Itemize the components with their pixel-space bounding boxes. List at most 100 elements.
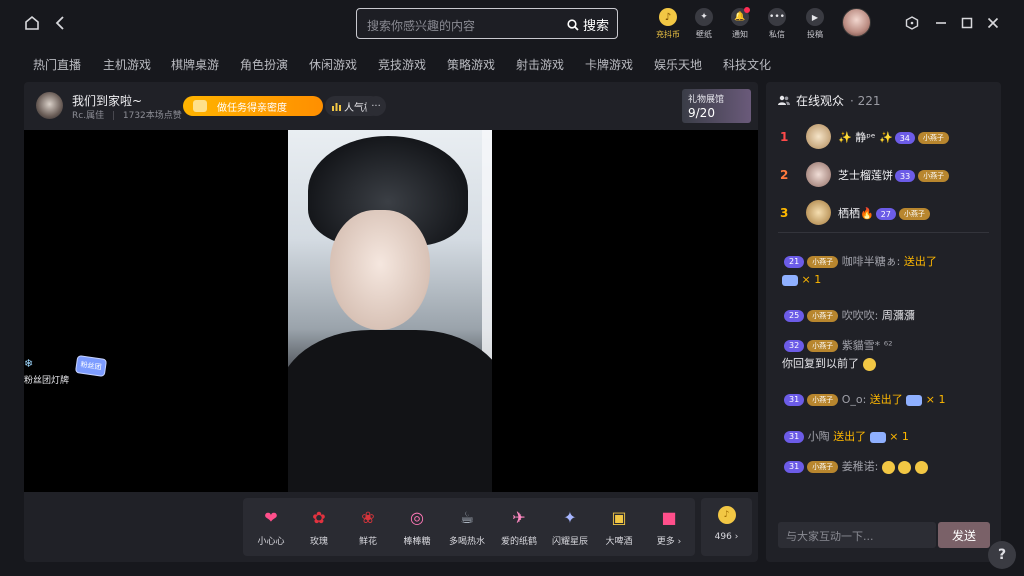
gift-paper-crane[interactable]: ✈ 爱的纸鹤	[495, 504, 543, 548]
heart-icon	[193, 100, 207, 112]
users-icon	[778, 95, 790, 105]
fan-club-label: 粉丝团灯牌	[24, 376, 70, 386]
category-role-play[interactable]: 角色扮演	[240, 56, 288, 73]
home-icon[interactable]	[22, 13, 42, 33]
gift-beer[interactable]: ▣ 大啤酒	[595, 504, 643, 548]
coin-icon: ♪	[659, 8, 677, 26]
notification-button[interactable]: 🔔 通知	[723, 7, 757, 40]
gift-bouquet[interactable]: ❀ 鲜花	[344, 504, 392, 548]
chat-input[interactable]: 与大家互动一下...	[778, 522, 936, 548]
bar-chart-icon	[332, 102, 341, 111]
gift-label: 闪耀星辰	[551, 537, 588, 547]
settings-icon[interactable]	[903, 14, 921, 32]
gift-hot-water[interactable]: ☕ 多喝热水	[443, 504, 491, 548]
gift-rose[interactable]: ✿ 玫瑰	[295, 504, 343, 548]
paper-crane-icon: ✈	[512, 507, 526, 527]
audience-name: 栖栖🔥 27 小燕子	[838, 205, 930, 221]
close-icon[interactable]	[984, 14, 1002, 32]
gift-heart[interactable]: ❤ 小心心	[247, 504, 295, 548]
category-card-games[interactable]: 卡牌游戏	[585, 56, 633, 73]
rank-number: 2	[780, 168, 789, 182]
recharge-label: 充抖币	[656, 30, 680, 39]
coin-balance-button[interactable]: ♪ 496 ›	[701, 498, 752, 556]
bell-icon: 🔔	[731, 7, 750, 26]
chat-message: 21 小燕子 咖啡半糖ぁ: 送出了 × 1	[782, 253, 992, 289]
streamer-avatar[interactable]	[36, 92, 63, 119]
messages-button[interactable]: ••• 私信	[760, 8, 794, 40]
maximize-icon[interactable]	[958, 14, 976, 32]
gift-star[interactable]: ✦ 闪耀星辰	[546, 504, 594, 548]
rank-number: 1	[780, 130, 789, 144]
user-avatar[interactable]	[842, 8, 871, 37]
more-options-button[interactable]: ···	[366, 96, 386, 116]
minimize-icon[interactable]	[932, 14, 950, 32]
avatar	[806, 124, 831, 149]
audience-name: 芝士榴莲饼 33 小燕子	[838, 167, 950, 183]
help-button[interactable]: ?	[988, 541, 1016, 569]
category-competitive-games[interactable]: 竞技游戏	[378, 56, 426, 73]
wallpaper-button[interactable]: ✦ 壁纸	[687, 8, 721, 40]
search-input[interactable]: 搜索你感兴趣的内容	[367, 17, 475, 34]
wallpaper-icon: ✦	[695, 8, 713, 26]
bouquet-icon: ❀	[361, 507, 375, 527]
streamer-likes: 1732本场点赞	[122, 111, 182, 121]
gift-lollipop[interactable]: ◎ 棒棒糖	[393, 504, 441, 548]
category-nav: 热门直播 主机游戏 棋牌桌游 角色扮演 休闲游戏 竞技游戏 策略游戏 射击游戏 …	[0, 50, 1024, 78]
stream-video-frame	[288, 130, 492, 492]
task-label: 做任务得亲密度	[217, 102, 287, 114]
category-entertainment[interactable]: 娱乐天地	[654, 56, 702, 73]
upload-icon: ▶	[806, 8, 824, 26]
lollipop-icon: ◎	[410, 507, 424, 527]
category-tech-culture[interactable]: 科技文化	[723, 56, 771, 73]
more-gifts-button[interactable]: ■ 更多 ›	[645, 504, 693, 548]
notification-label: 通知	[732, 30, 748, 39]
category-board-games[interactable]: 棋牌桌游	[171, 56, 219, 73]
gift-label: 多喝热水	[448, 537, 485, 547]
gift-box-icon: ■	[661, 507, 677, 527]
emoji-icon	[898, 460, 912, 474]
gift-hall-title: 礼物展馆	[688, 95, 725, 105]
upload-button[interactable]: ▶ 投稿	[798, 8, 832, 40]
fan-club-tag: 粉丝团	[74, 355, 108, 377]
send-button[interactable]: 发送	[938, 522, 990, 548]
chat-message: 25 小燕子 吹吹吹: 周瀰瀰	[782, 307, 992, 325]
live-room: 我们到家啦~ Rc.属佳 | 1732本场点赞 做任务得亲密度 人气榜 ··· …	[24, 82, 758, 562]
wallpaper-label: 壁纸	[696, 30, 712, 39]
audience-title: 在线观众	[796, 94, 845, 108]
notification-dot	[744, 7, 750, 13]
streamer-name[interactable]: 我们到家啦~	[72, 92, 142, 109]
recharge-button[interactable]: ♪ 充抖币	[651, 8, 685, 40]
video-player[interactable]: ❄ 粉丝团 粉丝团灯牌	[24, 130, 758, 492]
coin-balance: 496 ›	[714, 532, 739, 542]
messages-label: 私信	[769, 30, 785, 39]
gift-icon	[782, 274, 798, 286]
emoji-icon	[881, 460, 895, 474]
category-shooter-games[interactable]: 射击游戏	[516, 56, 564, 73]
category-strategy-games[interactable]: 策略游戏	[447, 56, 495, 73]
gift-hall-button[interactable]: 礼物展馆 9/20	[682, 89, 751, 123]
gift-label: 爱的纸鹤	[500, 537, 537, 547]
search-box[interactable]: 搜索你感兴趣的内容 搜索	[356, 8, 618, 39]
rank-number: 3	[780, 206, 789, 220]
coin-icon: ♪	[717, 506, 736, 524]
beer-icon: ▣	[611, 507, 627, 527]
audience-rank-row[interactable]: 1 ✨ 静ᵖᵉ ✨ 34 小燕子	[766, 120, 1001, 156]
gift-bar: ❤ 小心心 ✿ 玫瑰 ❀ 鲜花 ◎ 棒棒糖 ☕ 多喝热水 ✈ 爱的纸鹤 ✦ 闪耀星辰 ▣ 大啤酒…	[243, 498, 695, 556]
back-icon[interactable]	[50, 13, 70, 33]
gift-icon	[906, 394, 923, 406]
fan-club-badge[interactable]: ❄ 粉丝团 粉丝团灯牌	[24, 355, 108, 387]
streamer-handle: Rc.属佳	[72, 111, 105, 121]
audience-name: ✨ 静ᵖᵉ ✨ 34 小燕子	[838, 129, 949, 145]
gift-label: 鲜花	[358, 537, 377, 547]
category-console-games[interactable]: 主机游戏	[103, 56, 151, 73]
task-button[interactable]: 做任务得亲密度	[183, 96, 323, 116]
gift-label: 棒棒糖	[403, 537, 431, 547]
avatar	[806, 200, 831, 225]
category-hot-live[interactable]: 热门直播	[33, 56, 81, 73]
category-casual-games[interactable]: 休闲游戏	[309, 56, 357, 73]
rose-icon: ✿	[312, 507, 326, 527]
audience-rank-row[interactable]: 2 芝士榴莲饼 33 小燕子	[766, 158, 1001, 194]
star-icon: ✦	[563, 507, 577, 527]
search-button[interactable]: 搜索	[567, 15, 609, 34]
audience-rank-row[interactable]: 3 栖栖🔥 27 小燕子	[766, 196, 1001, 232]
